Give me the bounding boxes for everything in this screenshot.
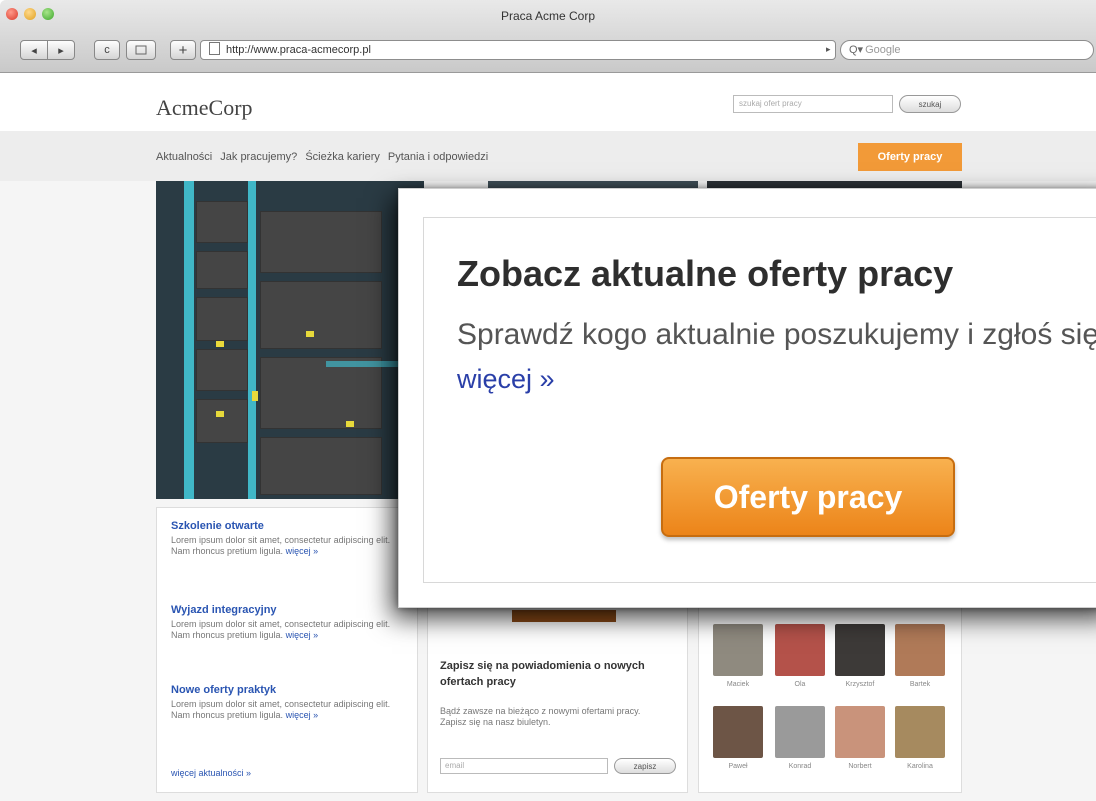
team-member-name: Krzysztof — [845, 681, 875, 688]
avatar — [835, 624, 885, 676]
team-member[interactable]: Konrad — [775, 706, 825, 770]
popup-text: Sprawdź kogo aktualnie poszukujemy i zgł… — [457, 318, 1096, 394]
url-dropdown-icon[interactable]: ▸ — [826, 44, 831, 55]
site-nav: Aktualności Jak pracujemy? Ścieżka karie… — [156, 151, 488, 163]
site-search-button[interactable]: szukaj — [899, 95, 961, 113]
back-arrow-icon: ◂ — [31, 44, 37, 57]
avatar — [775, 706, 825, 758]
plus-icon: + — [178, 41, 188, 59]
nav-item-jak-pracujemy[interactable]: Jak pracujemy? — [220, 151, 297, 163]
browser-search-field[interactable]: Q▾ Google — [840, 40, 1094, 60]
nav-item-faq[interactable]: Pytania i odpowiedzi — [388, 151, 488, 163]
email-field[interactable]: email — [440, 758, 608, 774]
popup-job-offers-button[interactable]: Oferty pracy — [661, 457, 955, 537]
subscribe-title: Zapisz się na powiadomienia o nowych ofe… — [440, 660, 645, 688]
avatar — [713, 624, 763, 676]
team-member-name: Bartek — [909, 681, 931, 688]
reload-icon: c — [104, 44, 110, 56]
team-member[interactable]: Norbert — [835, 706, 885, 770]
news-title[interactable]: Wyjazd integracyjny — [171, 604, 407, 616]
news-body: Lorem ipsum dolor sit amet, consectetur … — [171, 699, 391, 720]
forward-arrow-icon: ▸ — [58, 44, 64, 57]
team-member-name: Maciek — [726, 681, 750, 688]
team-member[interactable]: Maciek — [713, 624, 763, 688]
news-more-link[interactable]: więcej » — [286, 710, 319, 720]
nav-item-aktualnosci[interactable]: Aktualności — [156, 151, 212, 163]
search-icon: Q▾ — [849, 44, 864, 56]
news-body: Lorem ipsum dolor sit amet, consectetur … — [171, 535, 391, 556]
team-member-name: Karolina — [907, 763, 933, 770]
site-logo[interactable]: AcmeCorp — [156, 95, 253, 121]
add-bookmark-button[interactable]: + — [170, 40, 196, 60]
address-bar-url: http://www.praca-acmecorp.pl — [226, 44, 371, 56]
avatar — [775, 624, 825, 676]
favicon-icon — [209, 42, 220, 55]
team-member-name: Konrad — [788, 763, 812, 770]
news-title[interactable]: Szkolenie otwarte — [171, 520, 407, 532]
news-item: Wyjazd integracyjny Lorem ipsum dolor si… — [171, 604, 407, 641]
avatar — [895, 706, 945, 758]
avatar — [895, 624, 945, 676]
site-search-input[interactable]: szukaj ofert pracy — [733, 95, 893, 113]
address-bar[interactable]: http://www.praca-acmecorp.pl — [200, 40, 836, 60]
hero-server-image — [156, 181, 424, 499]
team-member[interactable]: Bartek — [895, 624, 945, 688]
popup-more-link[interactable]: więcej » — [457, 364, 555, 394]
job-offers-popup: Zobacz aktualne oferty pracy Sprawdź kog… — [398, 188, 1096, 608]
nav-job-offers-button[interactable]: Oferty pracy — [858, 143, 962, 171]
browser-window: Praca Acme Corp ◂ ▸ c + http://www.praca… — [0, 0, 1096, 801]
snapback-button[interactable] — [126, 40, 156, 60]
news-more-link[interactable]: więcej » — [286, 630, 319, 640]
team-member[interactable]: Ola — [775, 624, 825, 688]
news-body: Lorem ipsum dolor sit amet, consectetur … — [171, 619, 391, 640]
reload-button[interactable]: c — [94, 40, 120, 60]
popup-heading: Zobacz aktualne oferty pracy — [457, 253, 954, 294]
team-member[interactable]: Karolina — [895, 706, 945, 770]
team-member[interactable]: Paweł — [713, 706, 763, 770]
team-member-name: Ola — [794, 681, 806, 688]
site-header: AcmeCorp szukaj ofert pracy szukaj — [0, 73, 1096, 131]
forward-button[interactable]: ▸ — [47, 40, 75, 60]
avatar — [713, 706, 763, 758]
window-title: Praca Acme Corp — [500, 9, 596, 23]
back-button[interactable]: ◂ — [20, 40, 48, 60]
team-member-name: Norbert — [848, 763, 872, 770]
browser-titlebar: Praca Acme Corp ◂ ▸ c + http://www.praca… — [0, 0, 1096, 73]
page-icon — [135, 45, 147, 55]
all-news-link[interactable]: więcej aktualności » — [171, 768, 251, 778]
news-more-link[interactable]: więcej » — [286, 546, 319, 556]
news-item: Nowe oferty praktyk Lorem ipsum dolor si… — [171, 684, 407, 721]
news-title[interactable]: Nowe oferty praktyk — [171, 684, 407, 696]
browser-toolbar: ◂ ▸ c + http://www.praca-acmecorp.pl ▸ Q… — [0, 40, 1096, 66]
avatar — [835, 706, 885, 758]
nav-item-sciezka-kariery[interactable]: Ścieżka kariery — [305, 151, 380, 163]
browser-search-placeholder: Google — [865, 44, 901, 56]
team-member[interactable]: Krzysztof — [835, 624, 885, 688]
subscribe-button[interactable]: zapisz — [614, 758, 676, 774]
promo-button[interactable] — [512, 610, 616, 622]
team-member-name: Paweł — [728, 763, 748, 770]
news-column: Szkolenie otwarte Lorem ipsum dolor sit … — [156, 507, 418, 793]
news-item: Szkolenie otwarte Lorem ipsum dolor sit … — [171, 520, 407, 557]
subscribe-body: Bądź zawsze na bieżąco z nowymi ofertami… — [440, 706, 641, 727]
